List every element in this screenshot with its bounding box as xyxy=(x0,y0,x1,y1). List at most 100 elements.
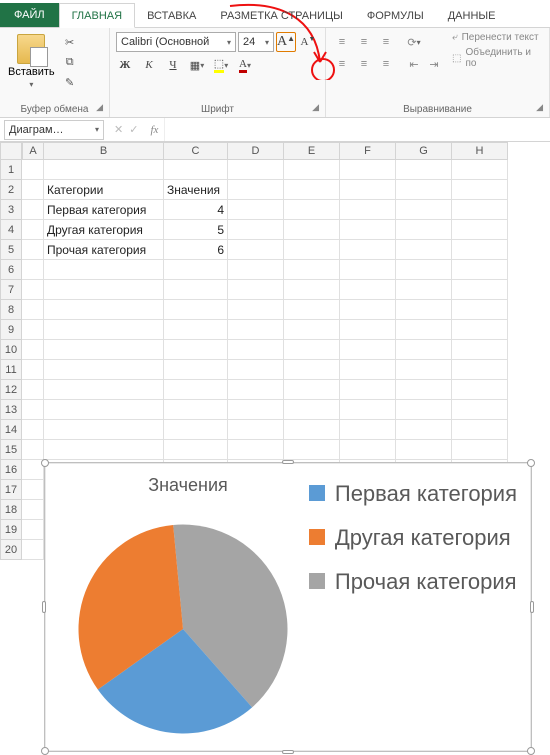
enter-formula-icon[interactable]: ✓ xyxy=(129,123,138,136)
col-header[interactable]: A xyxy=(22,142,44,160)
cell[interactable] xyxy=(340,180,396,200)
chart-object[interactable]: Значения Первая категория Другая категор… xyxy=(44,462,532,752)
cell[interactable] xyxy=(284,340,340,360)
cell[interactable] xyxy=(340,440,396,460)
cell[interactable] xyxy=(396,260,452,280)
cell[interactable] xyxy=(228,360,284,380)
cell[interactable] xyxy=(22,440,44,460)
italic-button[interactable]: К xyxy=(140,56,158,74)
cell[interactable] xyxy=(44,300,164,320)
decrease-font-size-button[interactable]: A▼ xyxy=(298,32,318,52)
row-header[interactable]: 4 xyxy=(0,220,22,240)
row-header[interactable]: 15 xyxy=(0,440,22,460)
row-header[interactable]: 16 xyxy=(0,460,22,480)
cell[interactable] xyxy=(164,320,228,340)
row-header[interactable]: 18 xyxy=(0,500,22,520)
cell[interactable] xyxy=(22,380,44,400)
chart-title[interactable]: Значения xyxy=(45,475,331,496)
cell[interactable] xyxy=(164,440,228,460)
resize-handle[interactable] xyxy=(282,750,294,754)
cell[interactable] xyxy=(452,200,508,220)
cell[interactable] xyxy=(396,200,452,220)
cell[interactable] xyxy=(22,280,44,300)
fx-icon[interactable]: fx xyxy=(144,124,164,136)
cell[interactable] xyxy=(22,220,44,240)
cell[interactable] xyxy=(284,360,340,380)
select-all-corner[interactable] xyxy=(0,142,22,160)
cell[interactable] xyxy=(44,360,164,380)
format-painter-button[interactable]: ✎ xyxy=(61,74,79,90)
cell[interactable] xyxy=(22,500,44,520)
tab-page-layout[interactable]: РАЗМЕТКА СТРАНИЦЫ xyxy=(208,4,354,27)
row-header[interactable]: 7 xyxy=(0,280,22,300)
cell[interactable] xyxy=(284,160,340,180)
cell[interactable] xyxy=(22,200,44,220)
cell[interactable] xyxy=(396,220,452,240)
cell[interactable] xyxy=(452,380,508,400)
tab-file[interactable]: ФАЙЛ xyxy=(0,3,59,27)
col-header[interactable]: H xyxy=(452,142,508,160)
col-header[interactable]: F xyxy=(340,142,396,160)
paste-button[interactable]: Вставить ▾ xyxy=(6,32,57,91)
cell[interactable] xyxy=(164,300,228,320)
cancel-formula-icon[interactable]: ✕ xyxy=(114,123,123,136)
cell[interactable] xyxy=(228,260,284,280)
cell[interactable] xyxy=(44,400,164,420)
cell[interactable] xyxy=(452,360,508,380)
cell[interactable] xyxy=(452,280,508,300)
orientation-button[interactable]: ⟳▾ xyxy=(404,32,424,52)
cell[interactable] xyxy=(284,180,340,200)
cell[interactable] xyxy=(22,480,44,500)
cell[interactable] xyxy=(228,400,284,420)
align-bottom-button[interactable]: ≡ xyxy=(376,32,396,52)
cell[interactable] xyxy=(396,380,452,400)
cell[interactable] xyxy=(22,520,44,540)
cell[interactable] xyxy=(22,240,44,260)
cell[interactable] xyxy=(22,260,44,280)
cell[interactable] xyxy=(340,360,396,380)
row-header[interactable]: 12 xyxy=(0,380,22,400)
align-middle-button[interactable]: ≡ xyxy=(354,32,374,52)
cell[interactable] xyxy=(284,400,340,420)
cell[interactable] xyxy=(284,240,340,260)
col-header[interactable]: G xyxy=(396,142,452,160)
cell[interactable] xyxy=(228,440,284,460)
cell[interactable]: Значения xyxy=(164,180,228,200)
resize-handle[interactable] xyxy=(527,747,535,755)
font-name-combo[interactable]: Calibri (Основной ▾ xyxy=(116,32,236,52)
cell[interactable]: Прочая категория xyxy=(44,240,164,260)
col-header[interactable]: E xyxy=(284,142,340,160)
cell[interactable] xyxy=(22,160,44,180)
cell[interactable] xyxy=(340,260,396,280)
cell[interactable] xyxy=(396,320,452,340)
cell[interactable] xyxy=(340,320,396,340)
cell[interactable] xyxy=(340,340,396,360)
cell[interactable] xyxy=(22,420,44,440)
underline-button[interactable]: Ч xyxy=(164,56,182,74)
align-center-button[interactable]: ≡ xyxy=(354,54,374,74)
cell[interactable] xyxy=(164,360,228,380)
font-launcher-icon[interactable]: ◢ xyxy=(312,102,319,113)
row-header[interactable]: 9 xyxy=(0,320,22,340)
cell[interactable] xyxy=(164,380,228,400)
cut-button[interactable]: ✂ xyxy=(61,34,79,50)
cell[interactable] xyxy=(22,360,44,380)
cell[interactable] xyxy=(22,180,44,200)
formula-input[interactable] xyxy=(164,118,550,141)
cell[interactable] xyxy=(340,400,396,420)
cell[interactable] xyxy=(396,160,452,180)
cell[interactable] xyxy=(164,260,228,280)
decrease-indent-button[interactable]: ⇤ xyxy=(404,54,424,74)
cell[interactable] xyxy=(22,340,44,360)
cell[interactable] xyxy=(396,360,452,380)
cell[interactable] xyxy=(228,320,284,340)
cell[interactable] xyxy=(340,200,396,220)
font-size-combo[interactable]: 24 ▾ xyxy=(238,32,274,52)
cell[interactable] xyxy=(44,420,164,440)
resize-handle[interactable] xyxy=(41,747,49,755)
cell[interactable] xyxy=(284,320,340,340)
align-left-button[interactable]: ≡ xyxy=(332,54,352,74)
cell[interactable] xyxy=(44,160,164,180)
cell[interactable]: 6 xyxy=(164,240,228,260)
cell[interactable] xyxy=(396,180,452,200)
